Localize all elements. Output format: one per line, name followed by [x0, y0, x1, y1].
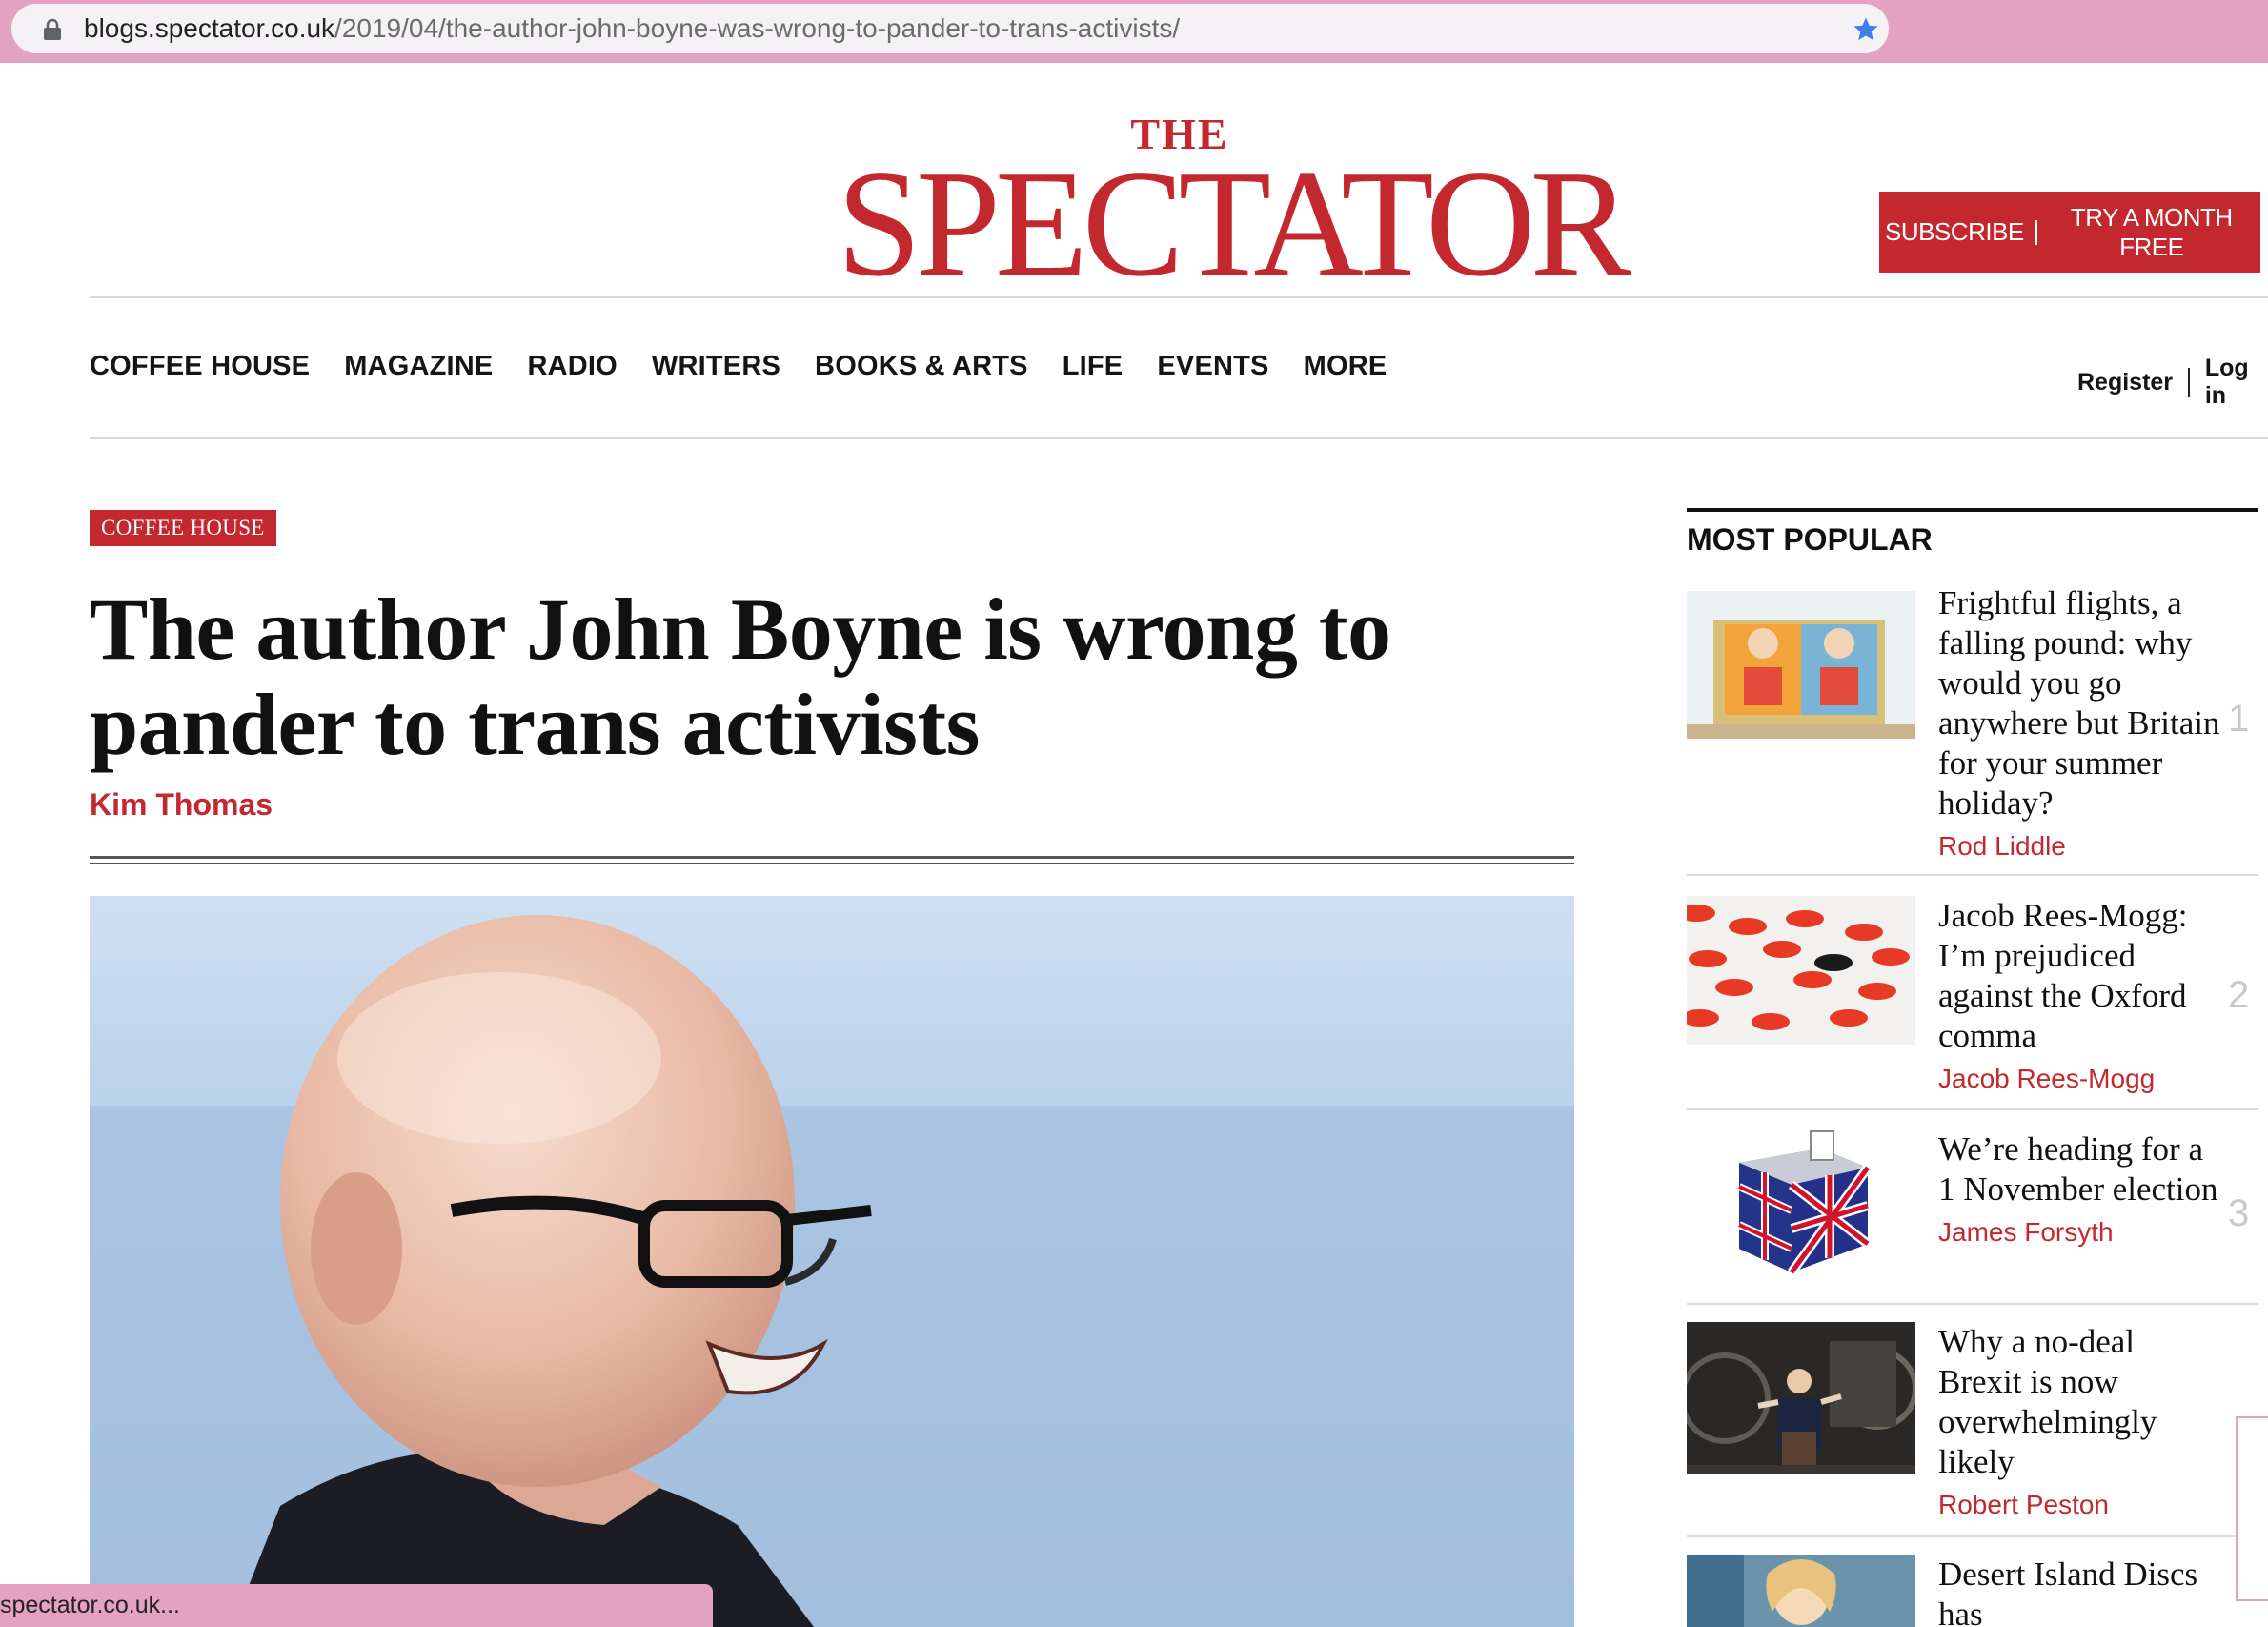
most-popular-text: Desert Island Discs has: [1938, 1555, 2224, 1627]
most-popular-headline[interactable]: Jacob Rees-Mogg: I’m prejudiced against …: [1938, 896, 2224, 1056]
register-link[interactable]: Register: [2077, 369, 2173, 397]
article-author[interactable]: Kim Thomas: [90, 787, 273, 823]
trial-label: TRY A MONTH FREE: [2070, 202, 2233, 261]
dots-thumbnail[interactable]: [1687, 896, 1915, 1045]
nav-item-books-arts[interactable]: BOOKS & ARTS: [815, 351, 1028, 382]
most-popular-divider: [1687, 1535, 2258, 1537]
most-popular-item[interactable]: Frightful flights, a falling pound: why …: [1687, 583, 2258, 862]
masthead-divider: [90, 296, 2268, 298]
nav-item-life[interactable]: LIFE: [1063, 351, 1124, 382]
browser-status-bar: spectator.co.uk...: [0, 1584, 713, 1627]
nav-item-magazine[interactable]: MAGAZINE: [344, 351, 493, 382]
url-text[interactable]: blogs.spectator.co.uk/2019/04/the-author…: [84, 13, 1180, 44]
account-separator: [2188, 368, 2190, 397]
most-popular-divider: [1687, 874, 2258, 876]
main-nav: COFFEE HOUSE MAGAZINE RADIO WRITERS BOOK…: [90, 351, 1387, 382]
most-popular-author[interactable]: Jacob Rees-Mogg: [1938, 1064, 2224, 1094]
article-hero-image: [90, 896, 1574, 1627]
most-popular-author[interactable]: James Forsyth: [1938, 1217, 2224, 1248]
nav-item-writers[interactable]: WRITERS: [652, 351, 780, 382]
most-popular-item[interactable]: We’re heading for a 1 November election …: [1687, 1129, 2258, 1301]
logo-name: SPECTATOR: [837, 138, 1631, 308]
most-popular-headline[interactable]: Why a no-deal Brexit is now overwhelming…: [1938, 1322, 2224, 1482]
most-popular-author[interactable]: Rod Liddle: [1938, 831, 2224, 862]
most-popular-text: Why a no-deal Brexit is now overwhelming…: [1938, 1322, 2224, 1520]
nav-item-radio[interactable]: RADIO: [527, 351, 617, 382]
most-popular-divider: [1687, 1108, 2258, 1110]
rank-number: 1: [2228, 698, 2250, 740]
article-headline: The author John Boyne is wrong to pander…: [90, 580, 1391, 773]
subscribe-separator: [2035, 219, 2037, 245]
rank-number: 3: [2228, 1192, 2250, 1234]
most-popular-divider: [1687, 1303, 2258, 1305]
most-popular-rule: [1687, 508, 2258, 512]
nav-item-more[interactable]: MORE: [1304, 351, 1387, 382]
bookmark-star-icon[interactable]: [1851, 15, 1881, 44]
section-tag[interactable]: COFFEE HOUSE: [90, 510, 276, 546]
most-popular-text: We’re heading for a 1 November election …: [1938, 1129, 2224, 1248]
spectator-logo[interactable]: THE SPECTATOR: [837, 112, 1631, 308]
most-popular-headline[interactable]: We’re heading for a 1 November election: [1938, 1129, 2224, 1210]
url-path: /2019/04/the-author-john-boyne-was-wrong…: [334, 13, 1181, 43]
rank-number: 2: [2228, 974, 2250, 1016]
nav-item-events[interactable]: EVENTS: [1157, 351, 1268, 382]
most-popular-item[interactable]: Desert Island Discs has: [1687, 1555, 2258, 1627]
subscribe-label: SUBSCRIBE: [1885, 217, 2024, 246]
most-popular-author[interactable]: Robert Peston: [1938, 1490, 2224, 1520]
nav-divider: [90, 437, 2268, 439]
account-links: Register Log in: [2077, 355, 2268, 410]
most-popular-text: Frightful flights, a falling pound: why …: [1938, 583, 2224, 862]
nav-item-coffee-house[interactable]: COFFEE HOUSE: [90, 351, 310, 382]
speech-photo-thumbnail[interactable]: [1687, 1322, 1915, 1474]
most-popular-headline[interactable]: Desert Island Discs has: [1938, 1555, 2224, 1627]
url-host: blogs.spectator.co.uk: [84, 13, 335, 43]
cartoon-thumbnail[interactable]: [1687, 591, 1915, 739]
portrait-thumbnail[interactable]: [1687, 1555, 1915, 1627]
ballot-box-thumbnail[interactable]: [1687, 1129, 1915, 1282]
browser-toolbar: blogs.spectator.co.uk/2019/04/the-author…: [0, 0, 2268, 63]
most-popular-item[interactable]: Jacob Rees-Mogg: I’m prejudiced against …: [1687, 896, 2258, 1094]
login-link[interactable]: Log in: [2205, 355, 2268, 410]
lock-icon[interactable]: [42, 18, 63, 41]
article-rule-lower: [90, 863, 1574, 864]
floating-widget-edge[interactable]: [2236, 1416, 2268, 1601]
most-popular-item[interactable]: Why a no-deal Brexit is now overwhelming…: [1687, 1322, 2258, 1532]
most-popular-title: MOST POPULAR: [1687, 522, 1933, 557]
most-popular-headline[interactable]: Frightful flights, a falling pound: why …: [1938, 583, 2224, 824]
article-rule: [90, 856, 1574, 859]
most-popular-text: Jacob Rees-Mogg: I’m prejudiced against …: [1938, 896, 2224, 1094]
address-bar[interactable]: blogs.spectator.co.uk/2019/04/the-author…: [11, 4, 1889, 53]
subscribe-button[interactable]: SUBSCRIBE TRY A MONTH FREE: [1879, 192, 2260, 273]
